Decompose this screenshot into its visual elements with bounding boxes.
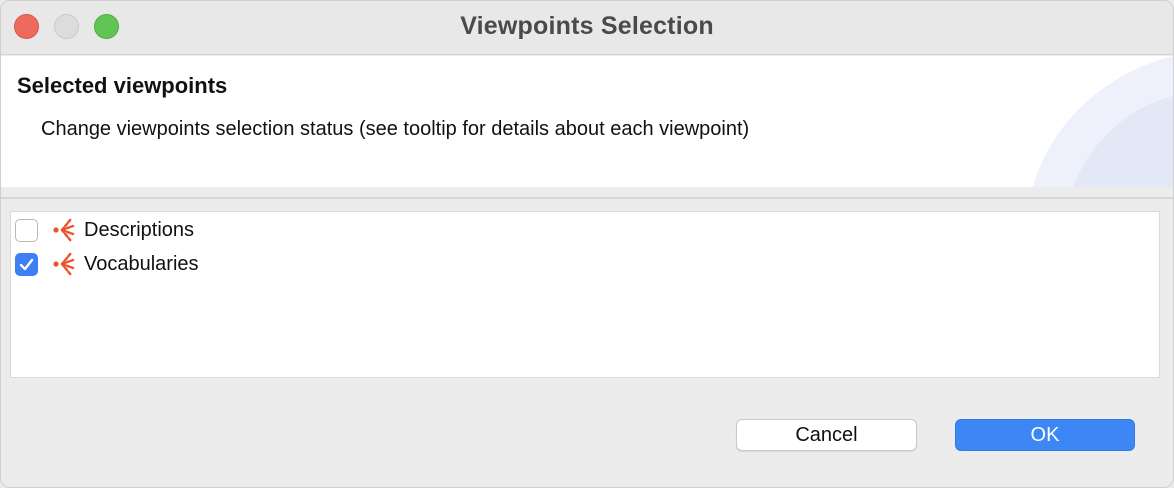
- viewpoint-icon: [53, 251, 75, 277]
- viewpoint-icon: [53, 217, 75, 243]
- ok-button[interactable]: OK: [955, 419, 1135, 451]
- header-separator: [1, 197, 1173, 199]
- list-item-label: Vocabularies: [84, 252, 199, 275]
- checkmark-icon: [19, 258, 34, 270]
- title-bar: Viewpoints Selection: [1, 1, 1173, 55]
- vocabularies-checkbox[interactable]: [15, 252, 38, 276]
- list-item-vocabularies[interactable]: Vocabularies: [11, 247, 1159, 281]
- header-description: Change viewpoints selection status (see …: [41, 118, 750, 140]
- cancel-button[interactable]: Cancel: [736, 419, 917, 451]
- dialog-header: Selected viewpoints Change viewpoints se…: [1, 56, 1173, 187]
- list-item-descriptions[interactable]: Descriptions: [11, 213, 1159, 247]
- descriptions-checkbox[interactable]: [15, 218, 38, 242]
- list-item-label: Descriptions: [84, 218, 195, 241]
- dialog-window: Viewpoints Selection Selected viewpoints…: [0, 0, 1174, 488]
- header-decoration: [1033, 56, 1173, 187]
- viewpoints-list: Descriptions Vocabularies: [10, 211, 1160, 378]
- window-title: Viewpoints Selection: [460, 12, 714, 40]
- header-title: Selected viewpoints: [17, 73, 228, 98]
